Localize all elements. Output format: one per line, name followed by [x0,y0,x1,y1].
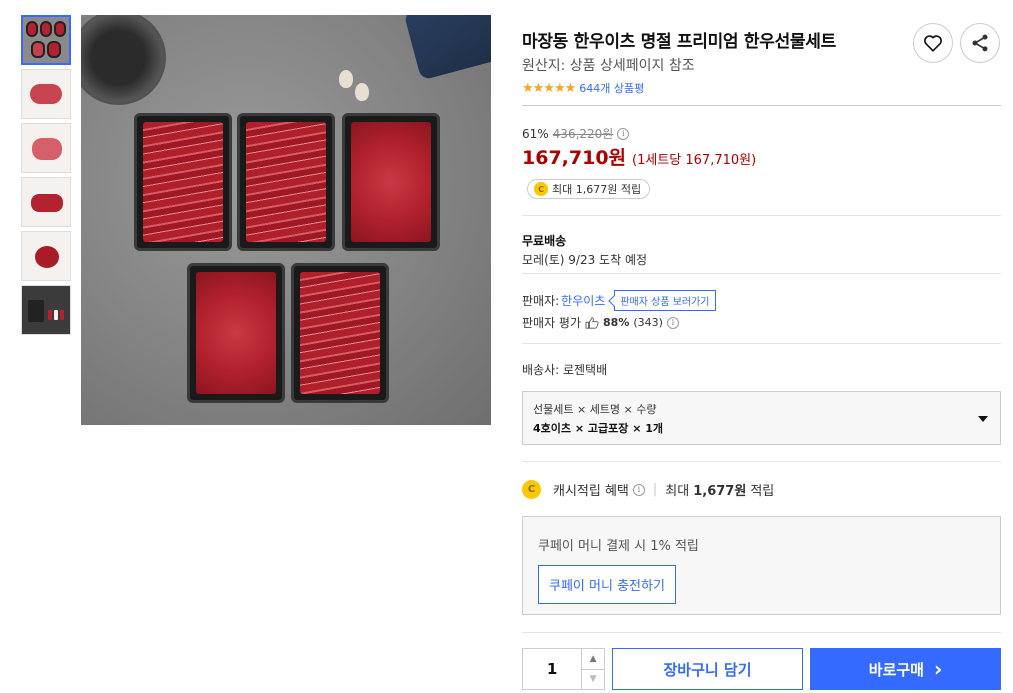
coin-icon: C [522,480,541,499]
add-to-cart-button[interactable]: 장바구니 담기 [612,648,803,690]
dropdown-caret-icon [978,416,988,422]
cash-reward-badge: C 최대 1,677원 적립 [527,179,651,199]
divider [522,273,1001,274]
share-icon [972,34,988,52]
buy-now-label: 바로구매 [868,660,924,679]
product-rating: ★★★★★ 644개 상품평 [522,80,644,96]
meat-tray [134,113,232,251]
seller-row: 판매자: 한우이츠 판매자 상품 보러가기 [522,290,716,311]
garlic-decoration [355,83,369,101]
original-price: 436,220원 [552,127,614,141]
seller-rating-count: (343) [633,316,663,329]
option-labels: 선물세트 × 세트명 × 수량 [533,403,657,416]
meat-tray [237,113,335,251]
heart-icon [924,35,942,52]
thumbnail-4[interactable] [21,177,71,227]
coupay-box: 쿠페이 머니 결제 시 1% 적립 쿠페이 머니 충전하기 [522,516,1001,615]
unit-price: (1세트당 167,710원) [632,153,757,168]
thumbnail-3[interactable] [21,123,71,173]
product-origin: 원산지: 상품 상세페이지 참조 [522,58,695,74]
garlic-decoration [339,70,353,88]
seller-rating-percent: 88% [603,316,630,329]
meat-tray [342,113,440,251]
courier-info: 배송사: 로젠택배 [522,363,608,377]
thumbs-up-icon [585,316,599,329]
price-row: 167,710원 (1세트당 167,710원) [522,143,756,170]
info-icon[interactable]: i [632,483,645,496]
coin-icon: C [534,182,548,196]
meat-tray [291,263,389,403]
share-button[interactable] [960,23,1000,63]
seller-label: 판매자: [522,294,560,308]
cash-max-label: 최대 [665,484,690,499]
sale-price: 167,710원 [522,147,627,169]
cloth-decoration [403,15,491,81]
quantity-down-button[interactable]: ▼ [582,668,604,690]
info-icon[interactable]: i [666,316,679,329]
buy-now-button[interactable]: 바로구매 › [810,648,1001,690]
star-rating-icon: ★★★★★ [522,80,576,96]
coupay-text: 쿠페이 머니 결제 시 1% 적립 [538,539,699,554]
divider [522,215,1001,216]
divider [522,461,1001,462]
thumbnail-2[interactable] [21,69,71,119]
quantity-stepper: 1 ▲ ▼ [522,648,605,690]
cash-suffix: 적립 [750,484,775,499]
thumbnail-6[interactable] [21,285,71,335]
quantity-input[interactable]: 1 [523,649,583,689]
cash-benefit-label: 캐시적립 혜택 [553,484,629,499]
option-selected-value: 4호이츠 × 고급포장 × 1개 [533,422,664,435]
divider [522,105,1001,106]
info-icon[interactable]: i [617,127,630,140]
coupay-charge-button[interactable]: 쿠페이 머니 충전하기 [538,565,676,604]
product-main-image [81,15,491,425]
seller-rating-row: 판매자 평가 88% (343) i [522,314,679,331]
thumbnail-1[interactable] [21,15,71,65]
review-count-link[interactable]: 644개 상품평 [579,80,644,96]
quantity-up-button[interactable]: ▲ [582,649,604,669]
cash-benefit-row: C 캐시적립 혜택 i | 최대 1,677원 적립 [522,480,774,499]
quantity-arrows: ▲ ▼ [582,649,604,689]
meat-tray [187,263,285,403]
seller-products-link[interactable]: 판매자 상품 보러가기 [614,290,716,311]
vertical-divider: | [652,482,658,497]
option-select[interactable]: 선물세트 × 세트명 × 수량 4호이츠 × 고급포장 × 1개 [522,391,1001,445]
shipping-title: 무료배송 [522,234,567,248]
seller-rating-label: 판매자 평가 [522,316,582,330]
discount-row: 61% 436,220원 i [522,125,630,142]
mortar-decoration [81,15,166,105]
cash-reward-text: 최대 1,677원 적립 [552,183,642,196]
divider [522,343,1001,344]
product-title: 마장동 한우이츠 명절 프리미엄 한우선물세트 [522,32,836,52]
chevron-right-icon: › [933,657,943,681]
discount-rate: 61% [522,126,549,141]
cash-amount: 1,677원 [693,484,747,499]
wishlist-button[interactable] [913,23,953,63]
divider [522,632,1001,633]
thumbnail-list [21,15,71,339]
arrival-date: 모레(토) 9/23 도착 예정 [522,253,648,267]
seller-name-link[interactable]: 한우이츠 [561,292,605,309]
thumbnail-5[interactable] [21,231,71,281]
